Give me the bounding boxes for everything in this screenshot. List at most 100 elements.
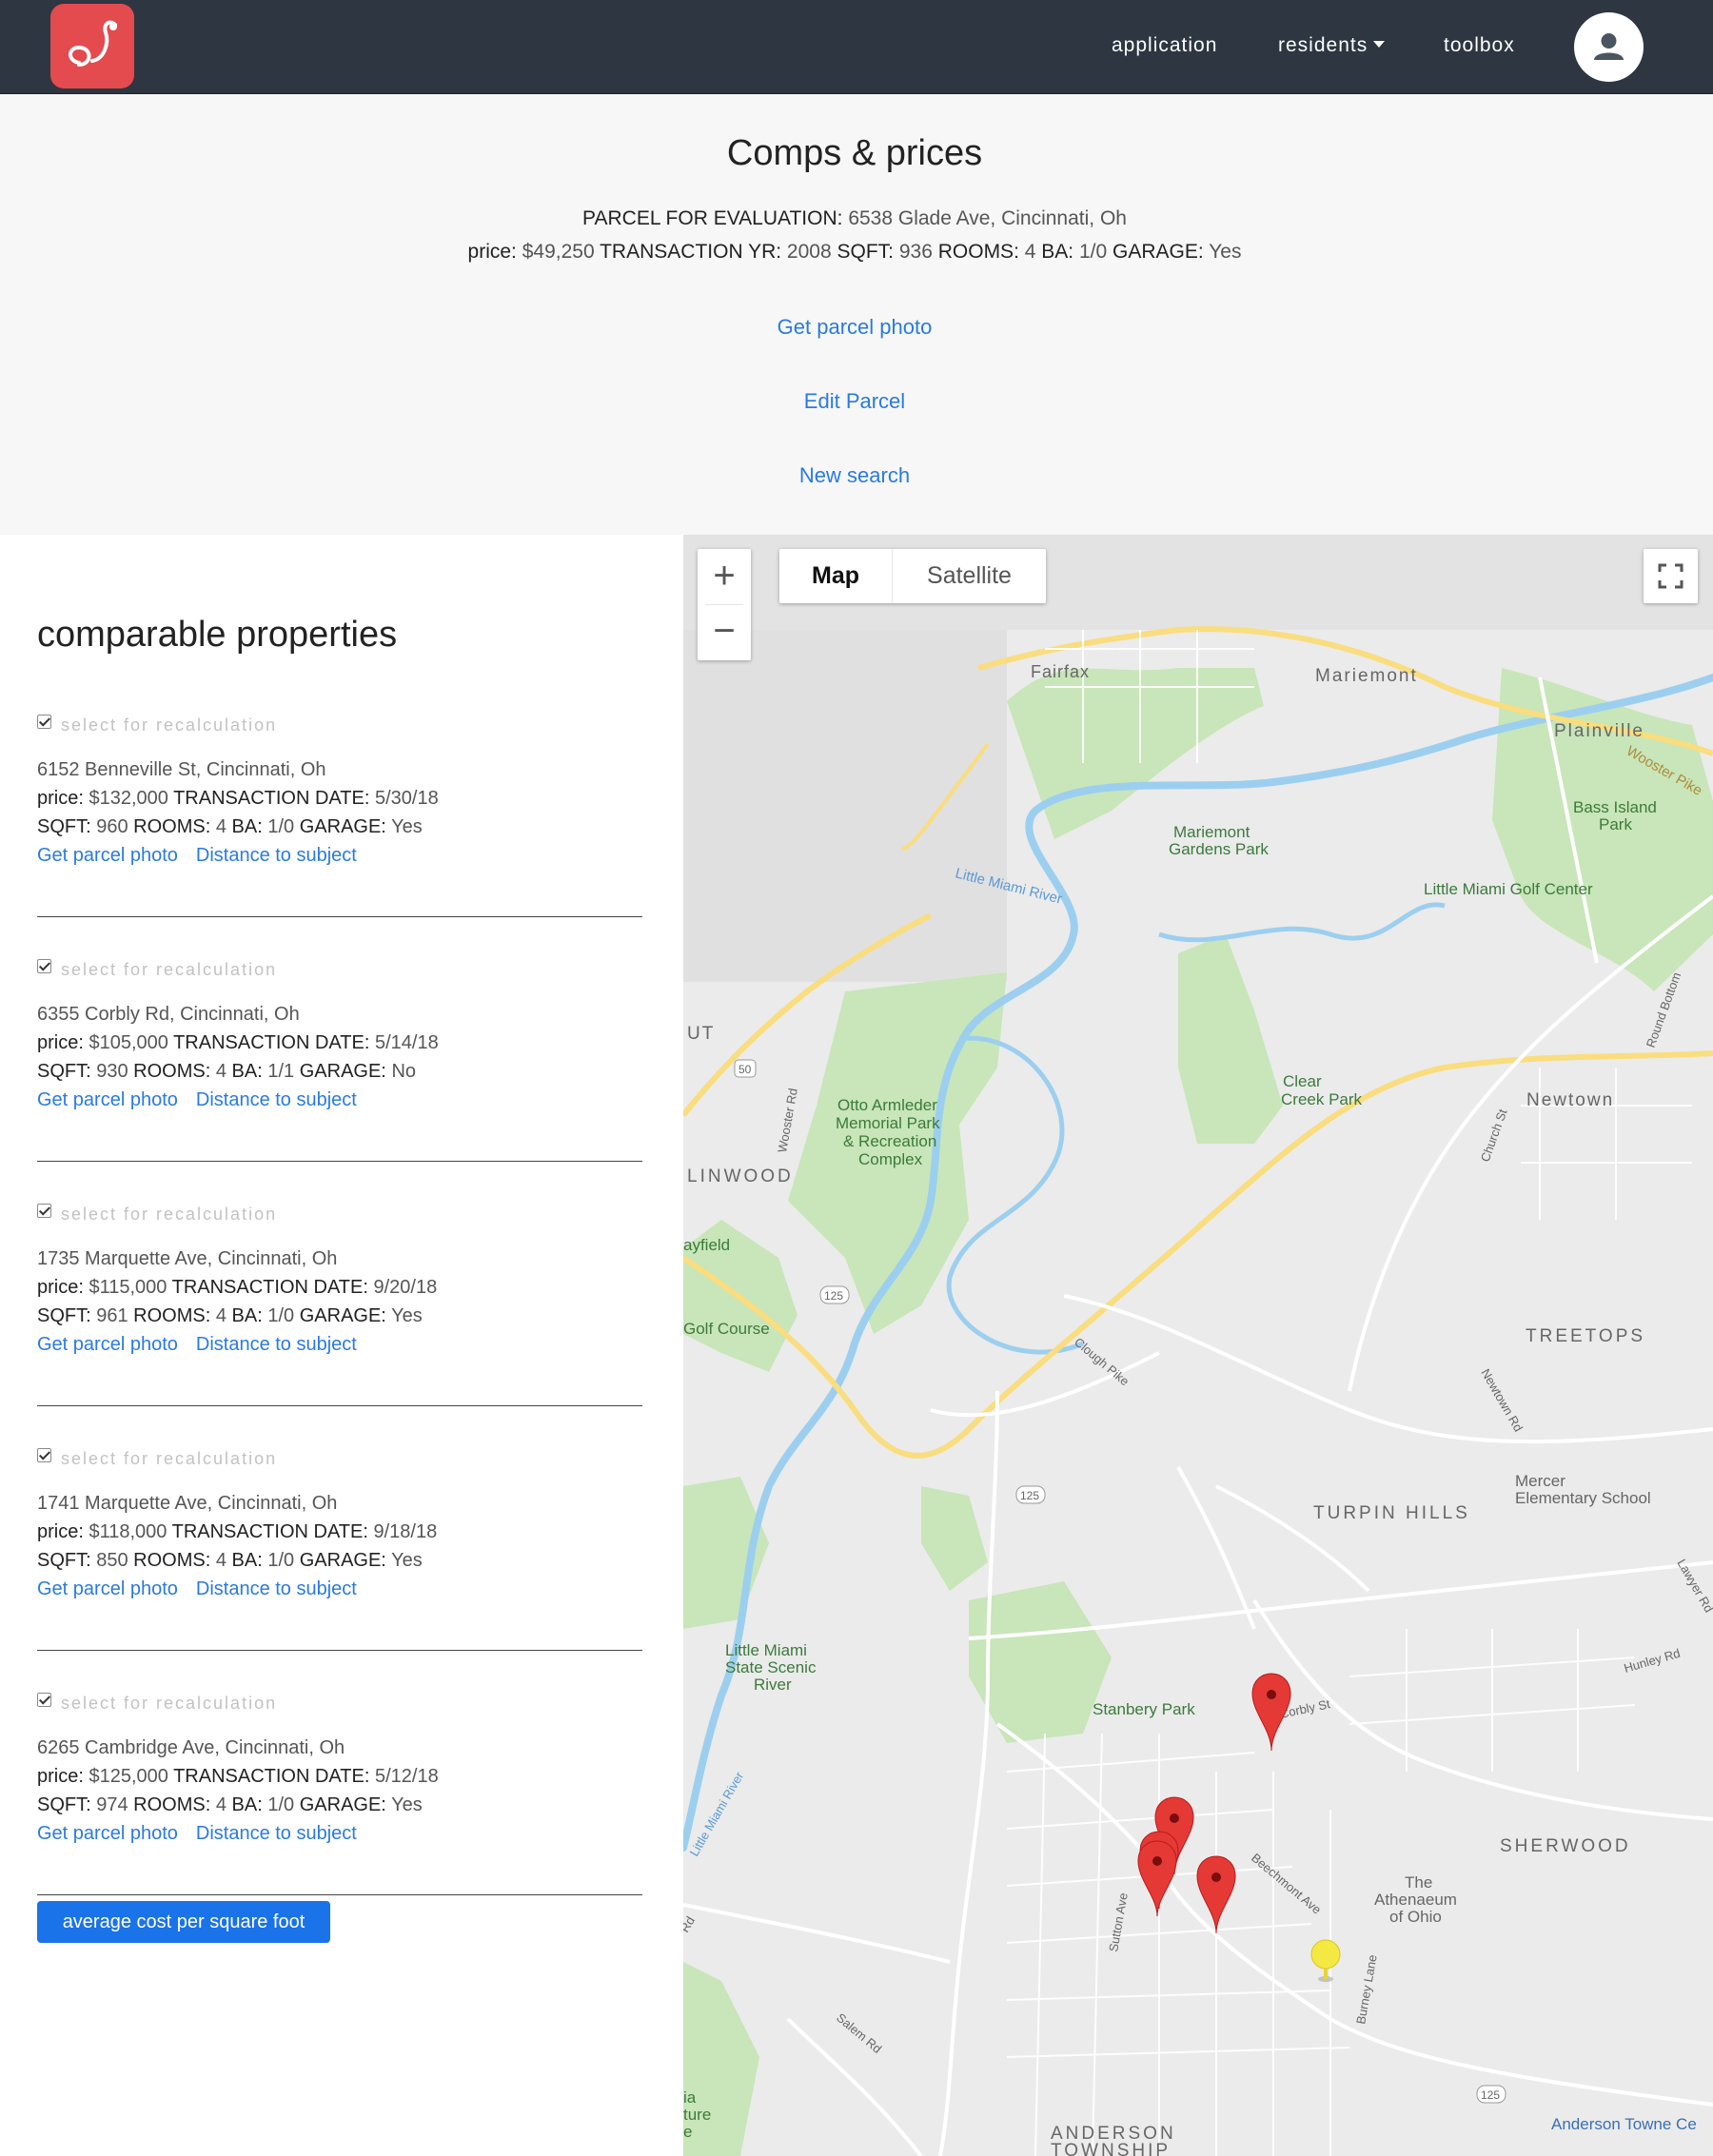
select-checkbox[interactable] bbox=[37, 1693, 51, 1707]
comp-price: $105,000 bbox=[89, 1032, 168, 1053]
comp-price-row: price: $105,000 TRANSACTION DATE: 5/14/1… bbox=[37, 1032, 642, 1061]
page-title: Comps & prices bbox=[726, 133, 983, 173]
map-type-satellite-button[interactable]: Satellite bbox=[893, 549, 1046, 603]
comp-date: 5/14/18 bbox=[374, 1032, 439, 1053]
nav-application[interactable]: application bbox=[1112, 34, 1217, 57]
zoom-out-button[interactable]: − bbox=[698, 605, 751, 660]
map-label-plainville: Plainville bbox=[1554, 721, 1644, 741]
map-label-creek-park: Creek Park bbox=[1281, 1090, 1363, 1108]
comp-date: 5/30/18 bbox=[374, 788, 439, 809]
comp-price-row: price: $132,000 TRANSACTION DATE: 5/30/1… bbox=[37, 788, 642, 816]
get-parcel-photo-link[interactable]: Get parcel photo bbox=[0, 315, 1709, 340]
comp-photo-link[interactable]: Get parcel photo bbox=[37, 1578, 178, 1599]
comp-garage: Yes bbox=[391, 816, 423, 837]
comp-price: $125,000 bbox=[89, 1766, 168, 1787]
caret-down-icon bbox=[1373, 41, 1386, 48]
user-avatar[interactable] bbox=[1574, 12, 1644, 82]
nav-residents-label: residents bbox=[1278, 34, 1368, 56]
map-canvas[interactable]: Fairfax Mariemont Plainville Wooster Pik… bbox=[683, 535, 1713, 2156]
ba-label: BA: bbox=[1041, 241, 1074, 263]
map-label-elementary-school: Elementary School bbox=[1515, 1489, 1651, 1507]
select-label: select for recalculation bbox=[61, 1205, 278, 1224]
edit-parcel-link[interactable]: Edit Parcel bbox=[0, 389, 1709, 414]
comp-distance-link[interactable]: Distance to subject bbox=[196, 1823, 357, 1844]
ba-label: BA: bbox=[231, 1794, 263, 1815]
comp-price: $115,000 bbox=[89, 1277, 167, 1298]
comp-rooms: 4 bbox=[215, 1550, 226, 1571]
select-checkbox[interactable] bbox=[37, 1448, 51, 1462]
map-label-stanbery-park: Stanbery Park bbox=[1093, 1700, 1195, 1718]
divider bbox=[37, 1161, 642, 1162]
comp-date: 9/18/18 bbox=[373, 1521, 438, 1542]
map-label-otto-2: Memorial Park bbox=[836, 1114, 940, 1132]
comp-distance-link[interactable]: Distance to subject bbox=[196, 845, 357, 866]
comp-ba: 1/0 bbox=[267, 1794, 295, 1815]
map-label-anderson-towne: Anderson Towne Ce bbox=[1551, 2115, 1697, 2133]
new-search-link[interactable]: New search bbox=[0, 463, 1709, 488]
comp-date: 9/20/18 bbox=[373, 1277, 438, 1298]
map-label-e: e bbox=[683, 2123, 692, 2141]
map-label-ayfield: ayfield bbox=[683, 1236, 730, 1254]
select-checkbox[interactable] bbox=[37, 715, 51, 729]
ba-label: BA: bbox=[231, 1061, 263, 1082]
map-label-otto-1: Otto Armleder bbox=[837, 1096, 937, 1114]
sqft-label: SQFT: bbox=[837, 241, 894, 263]
comp-spec-row: SQFT: 930 ROOMS: 4 BA: 1/1 GARAGE: No bbox=[37, 1061, 642, 1089]
comp-distance-link[interactable]: Distance to subject bbox=[196, 1334, 357, 1355]
comp-distance-link[interactable]: Distance to subject bbox=[196, 1578, 357, 1599]
rooms-label: ROOMS: bbox=[133, 1794, 211, 1815]
eval-label: PARCEL FOR EVALUATION: bbox=[582, 207, 843, 229]
nav-residents-dropdown[interactable]: residents bbox=[1278, 34, 1386, 57]
rooms-label: ROOMS: bbox=[133, 1550, 211, 1571]
divider bbox=[37, 1405, 642, 1406]
map-label-sherwood: SHERWOOD bbox=[1500, 1836, 1631, 1856]
map[interactable]: Fairfax Mariemont Plainville Wooster Pik… bbox=[683, 535, 1713, 2156]
select-checkbox[interactable] bbox=[37, 1204, 51, 1218]
price-label: price: bbox=[37, 1521, 84, 1542]
comp-photo-link[interactable]: Get parcel photo bbox=[37, 1089, 178, 1110]
date-label: TRANSACTION DATE: bbox=[171, 1521, 368, 1542]
comp-rooms: 4 bbox=[215, 1794, 226, 1815]
comp-address: 1741 Marquette Ave, Cincinnati, Oh bbox=[37, 1493, 338, 1514]
comp-address: 6265 Cambridge Ave, Cincinnati, Oh bbox=[37, 1737, 345, 1758]
map-label-newtown: Newtown bbox=[1526, 1090, 1614, 1110]
fullscreen-button[interactable] bbox=[1644, 549, 1698, 603]
average-cost-button[interactable]: average cost per square foot bbox=[37, 1901, 330, 1943]
sqft-label: SQFT: bbox=[37, 1550, 91, 1571]
map-label-little-miami-golf: Little Miami Golf Center bbox=[1424, 880, 1593, 898]
select-checkbox[interactable] bbox=[37, 959, 51, 973]
comp-photo-link[interactable]: Get parcel photo bbox=[37, 1823, 178, 1844]
divider bbox=[37, 916, 642, 917]
parcel-ba: 1/0 bbox=[1078, 241, 1108, 263]
parcel-address: 6538 Glade Ave, Cincinnati, Oh bbox=[848, 207, 1127, 229]
comp-distance-link[interactable]: Distance to subject bbox=[196, 1089, 357, 1110]
comp-photo-link[interactable]: Get parcel photo bbox=[37, 845, 178, 866]
comp-price-row: price: $125,000 TRANSACTION DATE: 5/12/1… bbox=[37, 1766, 642, 1794]
comp-price: $118,000 bbox=[89, 1521, 167, 1542]
zoom-in-button[interactable]: + bbox=[698, 549, 751, 604]
garage-label: GARAGE: bbox=[1112, 241, 1204, 263]
comp-ba: 1/1 bbox=[267, 1061, 295, 1082]
comp-sqft: 974 bbox=[96, 1794, 128, 1815]
zoom-control: + − bbox=[698, 549, 751, 660]
fullscreen-icon bbox=[1658, 563, 1683, 589]
logo[interactable] bbox=[50, 4, 134, 88]
map-label-otto-3: & Recreation bbox=[843, 1132, 936, 1150]
parcel-price: $49,250 bbox=[522, 241, 595, 263]
date-label: TRANSACTION DATE: bbox=[173, 788, 370, 809]
nav-toolbox[interactable]: toolbox bbox=[1444, 34, 1515, 57]
map-type-map-button[interactable]: Map bbox=[779, 549, 892, 603]
map-label-golf-course: Golf Course bbox=[683, 1320, 770, 1338]
comp-ba: 1/0 bbox=[267, 1305, 295, 1326]
map-label-rt125a: 125 bbox=[824, 1289, 843, 1303]
divider bbox=[37, 1894, 642, 1895]
comp-address: 6152 Benneville St, Cincinnati, Oh bbox=[37, 759, 326, 780]
parcel-sqft: 936 bbox=[898, 241, 933, 263]
map-label-treetops: TREETOPS bbox=[1526, 1326, 1645, 1346]
price-label: price: bbox=[37, 1277, 84, 1298]
sqft-label: SQFT: bbox=[37, 1305, 91, 1326]
select-label: select for recalculation bbox=[61, 715, 278, 735]
ba-label: BA: bbox=[231, 1305, 263, 1326]
price-label: price: bbox=[37, 1766, 84, 1787]
comp-photo-link[interactable]: Get parcel photo bbox=[37, 1334, 178, 1355]
